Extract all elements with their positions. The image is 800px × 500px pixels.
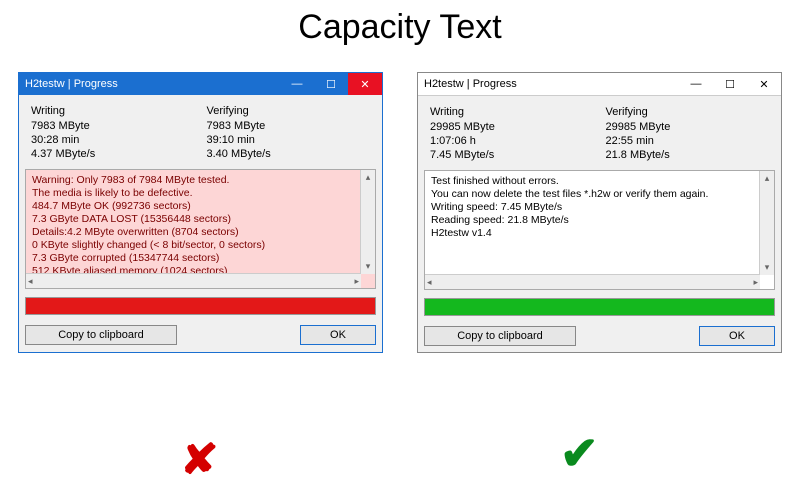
ok-button[interactable]: OK xyxy=(699,326,775,346)
verifying-label: Verifying xyxy=(606,106,770,118)
scroll-up-icon: ▴ xyxy=(366,172,371,183)
verifying-rate: 21.8 MByte/s xyxy=(606,148,770,162)
close-button[interactable]: ✕ xyxy=(348,73,382,95)
pass-mark-icon: ✔ xyxy=(560,426,599,480)
page-title: Capacity Text xyxy=(0,8,800,47)
log-line: 7.3 GByte DATA LOST (15356448 sectors) xyxy=(32,213,369,226)
window-title: H2testw | Progress xyxy=(19,78,280,90)
verifying-rate: 3.40 MByte/s xyxy=(207,147,371,161)
dialog-pass: H2testw | Progress — ☐ ✕ Writing 29985 M… xyxy=(417,72,782,353)
verifying-time: 22:55 min xyxy=(606,134,770,148)
verifying-time: 39:10 min xyxy=(207,133,371,147)
log-line: H2testw v1.4 xyxy=(431,227,768,240)
verifying-size: 7983 MByte xyxy=(207,119,371,133)
writing-time: 1:07:06 h xyxy=(430,134,594,148)
verifying-column: Verifying 29985 MByte 22:55 min 21.8 MBy… xyxy=(600,102,776,166)
log-line: Warning: Only 7983 of 7984 MByte tested. xyxy=(32,174,369,187)
log-line: Test finished without errors. xyxy=(431,175,768,188)
minimize-button[interactable]: — xyxy=(280,73,314,95)
window-title: H2testw | Progress xyxy=(418,78,679,90)
horizontal-scrollbar[interactable]: ◂▸ xyxy=(425,274,760,289)
log-line: You can now delete the test files *.h2w … xyxy=(431,188,768,201)
fail-mark-icon: ✘ xyxy=(180,435,219,484)
writing-size: 29985 MByte xyxy=(430,120,594,134)
dialog-body: Writing 29985 MByte 1:07:06 h 7.45 MByte… xyxy=(418,96,781,352)
button-row: Copy to clipboard OK xyxy=(424,326,775,346)
titlebar: H2testw | Progress — ☐ ✕ xyxy=(418,73,781,96)
log-line: 484.7 MByte OK (992736 sectors) xyxy=(32,200,369,213)
titlebar: H2testw | Progress — ☐ ✕ xyxy=(19,73,382,95)
dialog-body: Writing 7983 MByte 30:28 min 4.37 MByte/… xyxy=(19,95,382,352)
copy-to-clipboard-button[interactable]: Copy to clipboard xyxy=(424,326,576,346)
maximize-button[interactable]: ☐ xyxy=(713,73,747,95)
progress-bar xyxy=(424,298,775,316)
log-output: Warning: Only 7983 of 7984 MByte tested.… xyxy=(25,169,376,289)
log-line: 7.3 GByte corrupted (15347744 sectors) xyxy=(32,252,369,265)
scroll-up-icon: ▴ xyxy=(765,173,770,184)
metrics-row: Writing 7983 MByte 30:28 min 4.37 MByte/… xyxy=(25,101,376,165)
verifying-size: 29985 MByte xyxy=(606,120,770,134)
writing-label: Writing xyxy=(31,105,195,117)
maximize-button[interactable]: ☐ xyxy=(314,73,348,95)
scroll-left-icon: ◂ xyxy=(427,277,432,288)
log-line: The media is likely to be defective. xyxy=(32,187,369,200)
log-line: 0 KByte slightly changed (< 8 bit/sector… xyxy=(32,239,369,252)
scroll-down-icon: ▾ xyxy=(366,261,371,272)
writing-rate: 4.37 MByte/s xyxy=(31,147,195,161)
scroll-left-icon: ◂ xyxy=(28,276,33,287)
log-output: Test finished without errors. You can no… xyxy=(424,170,775,290)
progress-bar xyxy=(25,297,376,315)
writing-column: Writing 7983 MByte 30:28 min 4.37 MByte/… xyxy=(25,101,201,165)
writing-rate: 7.45 MByte/s xyxy=(430,148,594,162)
writing-column: Writing 29985 MByte 1:07:06 h 7.45 MByte… xyxy=(424,102,600,166)
writing-time: 30:28 min xyxy=(31,133,195,147)
log-line: Reading speed: 21.8 MByte/s xyxy=(431,214,768,227)
scroll-right-icon: ▸ xyxy=(354,276,359,287)
vertical-scrollbar[interactable]: ▴▾ xyxy=(759,171,774,275)
verifying-column: Verifying 7983 MByte 39:10 min 3.40 MByt… xyxy=(201,101,377,165)
verifying-label: Verifying xyxy=(207,105,371,117)
close-button[interactable]: ✕ xyxy=(747,73,781,95)
vertical-scrollbar[interactable]: ▴▾ xyxy=(360,170,375,274)
scroll-down-icon: ▾ xyxy=(765,262,770,273)
minimize-button[interactable]: — xyxy=(679,73,713,95)
horizontal-scrollbar[interactable]: ◂▸ xyxy=(26,273,361,288)
scroll-right-icon: ▸ xyxy=(753,277,758,288)
log-line: Writing speed: 7.45 MByte/s xyxy=(431,201,768,214)
ok-button[interactable]: OK xyxy=(300,325,376,345)
writing-size: 7983 MByte xyxy=(31,119,195,133)
metrics-row: Writing 29985 MByte 1:07:06 h 7.45 MByte… xyxy=(424,102,775,166)
dialog-fail: H2testw | Progress — ☐ ✕ Writing 7983 MB… xyxy=(18,72,383,353)
button-row: Copy to clipboard OK xyxy=(25,325,376,345)
log-line: Details:4.2 MByte overwritten (8704 sect… xyxy=(32,226,369,239)
writing-label: Writing xyxy=(430,106,594,118)
copy-to-clipboard-button[interactable]: Copy to clipboard xyxy=(25,325,177,345)
